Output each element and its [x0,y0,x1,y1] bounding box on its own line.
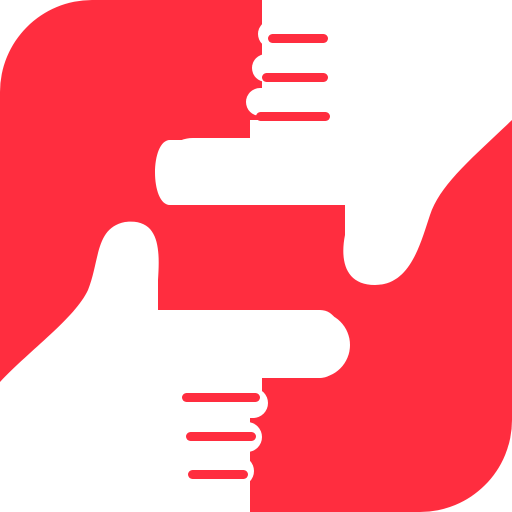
bottom-hand-gap-1 [182,393,260,402]
top-hand-index-finger [160,138,370,204]
top-hand-gap-2 [262,73,328,82]
top-hand-gap-1 [268,34,328,43]
bottom-hand-finger-1 [150,388,268,418]
bottom-hand-gap-3 [188,470,248,479]
top-hand-gap-3 [256,112,330,121]
top-hand-finger-3 [246,88,368,116]
framing-hands-icon [0,0,512,512]
bottom-hand-gap-2 [186,432,256,441]
bottom-hand-index-finger [150,312,350,378]
app-icon-tile [0,0,512,512]
